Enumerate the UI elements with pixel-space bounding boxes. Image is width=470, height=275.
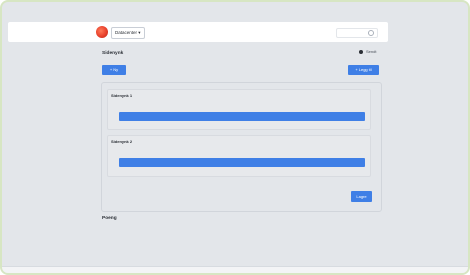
sent-toggle[interactable]: Sendt xyxy=(359,49,376,54)
search-input[interactable] xyxy=(336,28,378,38)
page-title: Sidenynk xyxy=(102,51,124,56)
app-logo-icon[interactable] xyxy=(96,26,108,38)
app-window: Datacenter ▾ Sidenynk Sendt + Ny + Legg … xyxy=(0,0,470,275)
save-button[interactable]: Lagre xyxy=(351,191,372,202)
top-navigation-bar: Datacenter ▾ xyxy=(8,22,388,42)
search-icon xyxy=(368,30,374,36)
new-button[interactable]: + Ny xyxy=(102,65,126,75)
card-bar-1[interactable] xyxy=(119,112,365,121)
card-title-1: Sidenynk 1 xyxy=(111,93,133,98)
add-button[interactable]: + Legg til xyxy=(348,65,379,75)
section-title: Poeng xyxy=(102,216,117,221)
form-card-1: Sidenynk 1 xyxy=(107,89,371,130)
toggle-dot-icon xyxy=(359,49,363,54)
form-card-2: Sidenynk 2 xyxy=(107,135,371,177)
workspace-selector[interactable]: Datacenter ▾ xyxy=(111,27,145,39)
card-bar-2[interactable] xyxy=(119,158,365,167)
card-title-2: Sidenynk 2 xyxy=(111,139,133,144)
toggle-label: Sendt xyxy=(366,49,377,54)
window-bottom-edge xyxy=(2,266,468,273)
